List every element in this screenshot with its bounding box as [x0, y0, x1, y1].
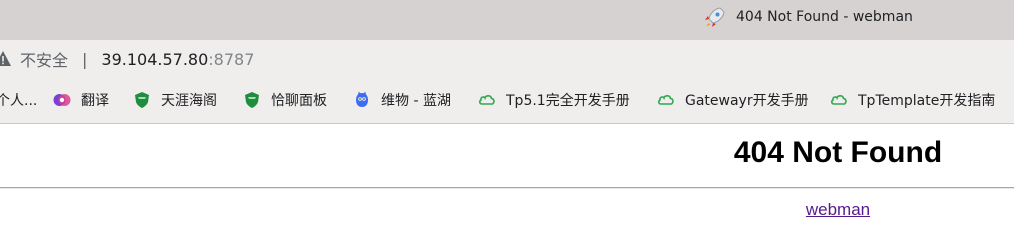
page-heading: 404 Not Found — [733, 136, 943, 169]
bookmark-tianya[interactable]: 天涯海阁 — [133, 88, 217, 112]
bookmark-qialiao[interactable]: 恰聊面板 — [243, 88, 327, 112]
bookmark-label: TpTemplate开发指南 — [858, 93, 996, 109]
bookmark-label: Gatewayr开发手册 — [685, 93, 809, 109]
cloud-icon — [657, 91, 675, 109]
bookmark-label: 维物 - 蓝湖 — [381, 93, 451, 109]
cloud-icon — [478, 91, 496, 109]
bookmark-tptemplate[interactable]: TpTemplate开发指南 — [830, 88, 995, 112]
translate-icon — [53, 91, 71, 109]
bookmark-tp51[interactable]: Tp5.1完全开发手册 — [478, 88, 630, 112]
address-separator: | — [82, 49, 88, 69]
footer-link-container: webman — [0, 200, 1014, 220]
bookmark-translate[interactable]: 翻译 — [53, 88, 109, 112]
warning-icon[interactable] — [0, 50, 12, 68]
bookmark-personal[interactable]: 个人... — [0, 88, 37, 112]
bookmark-label: 恰聊面板 — [271, 93, 327, 109]
security-status-label[interactable]: 不安全 — [20, 47, 68, 71]
rocket-icon — [702, 4, 728, 30]
shield-icon — [133, 91, 151, 109]
bookmark-label: 翻译 — [81, 93, 109, 109]
browser-tab[interactable]: 404 Not Found - webman — [702, 4, 913, 30]
address-bar[interactable]: 不安全 | 39.104.57.80:8787 — [0, 40, 1014, 78]
lanhu-icon — [353, 91, 371, 109]
url-port[interactable]: :8787 — [208, 50, 254, 69]
shield-icon — [243, 91, 261, 109]
horizontal-rule — [0, 187, 1014, 189]
tab-title: 404 Not Found - webman — [736, 9, 913, 25]
bookmarks-bar: 个人... 翻译 天涯海阁 恰聊面板 维物 - 蓝湖 Tp5.1完全开发手册 G… — [0, 78, 1014, 124]
browser-titlebar: 404 Not Found - webman — [0, 0, 1014, 40]
webman-link[interactable]: webman — [806, 200, 870, 219]
bookmark-label: 个人... — [0, 93, 38, 109]
bookmark-lanhu[interactable]: 维物 - 蓝湖 — [353, 88, 451, 112]
page-content: 404 Not Found webman — [0, 124, 1014, 249]
cloud-icon — [830, 91, 848, 109]
url-host[interactable]: 39.104.57.80 — [101, 50, 208, 69]
bookmark-gateway[interactable]: Gatewayr开发手册 — [657, 88, 809, 112]
bookmark-label: Tp5.1完全开发手册 — [506, 93, 630, 109]
bookmark-label: 天涯海阁 — [161, 93, 217, 109]
